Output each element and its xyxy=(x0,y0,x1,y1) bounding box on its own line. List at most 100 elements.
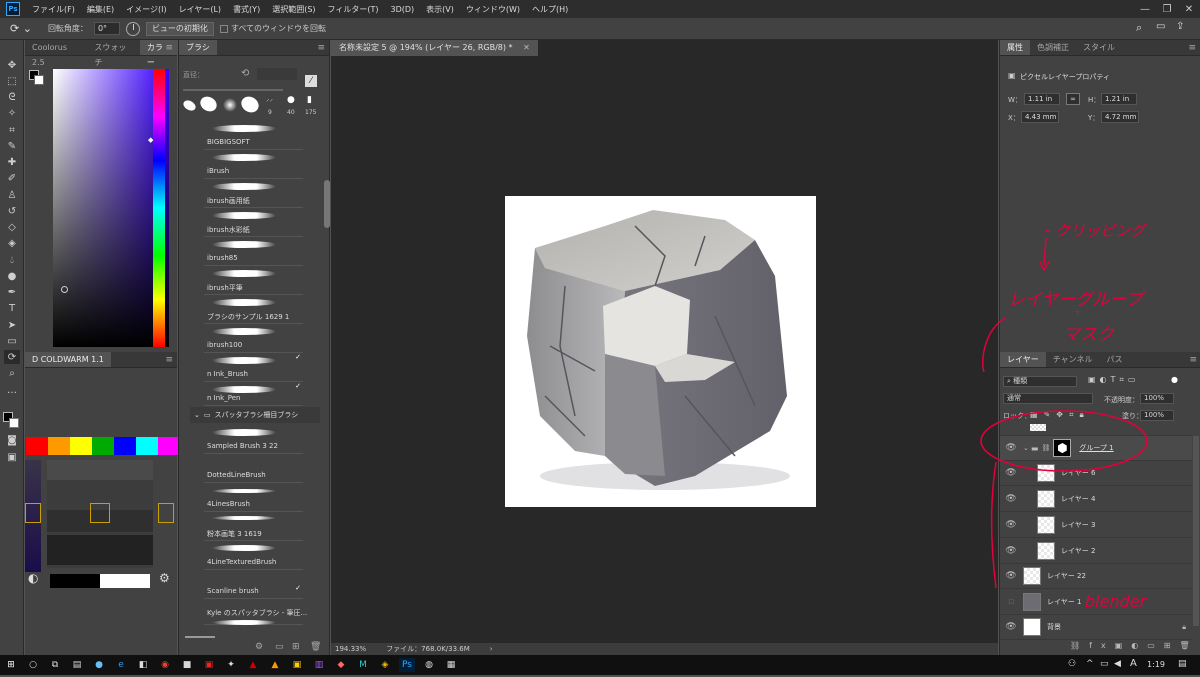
app-icon-8[interactable]: M xyxy=(355,658,371,672)
blur-tool-icon[interactable]: 💧︎ xyxy=(4,253,20,267)
eraser-tool-icon[interactable]: ◇ xyxy=(4,220,20,234)
brush-item[interactable]: n Ink_Pen ✓ xyxy=(204,382,303,406)
width-input[interactable]: 1.11 in xyxy=(1024,93,1060,105)
brush-item[interactable]: ibrush100 xyxy=(204,324,303,353)
layer-filter-icons[interactable]: ▣◐T⌗▭ xyxy=(1088,375,1140,385)
rotate-view-tool-icon[interactable]: ⟳ ⌄ xyxy=(10,22,32,35)
layer-row-partial[interactable] xyxy=(1000,424,1192,436)
lasso-tool-icon[interactable]: ᘓ xyxy=(4,90,20,104)
app-icon-6[interactable]: ▥ xyxy=(311,658,327,672)
swatch-yellow[interactable] xyxy=(70,437,92,455)
eye-icon[interactable]: 👁︎ xyxy=(1003,494,1019,504)
quick-mask-icon[interactable]: ◙ xyxy=(4,433,20,447)
eye-icon[interactable]: 👁︎ xyxy=(1003,546,1019,556)
reset-size-icon[interactable]: ⟲ xyxy=(241,68,249,79)
eye-icon[interactable]: 👁︎ xyxy=(1003,443,1019,453)
chrome-icon[interactable]: ◉ xyxy=(157,658,173,672)
menu-3d[interactable]: 3D(D) xyxy=(385,5,421,14)
rotation-angle-input[interactable]: 0° xyxy=(93,22,120,35)
ime-indicator[interactable]: A xyxy=(1130,658,1137,669)
layer-thumbnail[interactable] xyxy=(1023,618,1041,636)
coldwarm-menu-icon[interactable]: ≡ xyxy=(165,355,173,365)
brush-item[interactable]: 4LineTexturedBrush xyxy=(204,541,303,570)
menu-view[interactable]: 表示(V) xyxy=(420,4,460,15)
x-input[interactable]: 4.43 mm xyxy=(1021,111,1059,123)
delete-brush-icon[interactable]: 🗑︎ xyxy=(310,642,321,652)
brush-preset-round-icon[interactable] xyxy=(197,93,220,115)
brush-item[interactable]: DottedLineBrush xyxy=(204,454,303,483)
tab-swatches[interactable]: スウォッチ xyxy=(87,40,140,67)
layer-row-group[interactable]: 👁︎ ⌄ ▬ ⛓︎ ⬢ グループ 1 xyxy=(1000,436,1192,461)
tab-brush[interactable]: ブラシ xyxy=(179,40,217,55)
photoshop-logo[interactable]: Ps xyxy=(6,2,20,16)
create-brush-icon[interactable]: ⊞ xyxy=(292,642,300,652)
menu-file[interactable]: ファイル(F) xyxy=(26,4,81,15)
artboard-canvas[interactable] xyxy=(505,196,816,507)
brush-item[interactable]: Kyle のスパッタブラシ - 筆圧... xyxy=(204,599,307,625)
app-icon-10[interactable]: ◍ xyxy=(421,658,437,672)
clock[interactable]: 1:19 xyxy=(1147,660,1165,669)
tab-paths[interactable]: パス xyxy=(1100,352,1130,367)
y-input[interactable]: 4.72 mm xyxy=(1101,111,1139,123)
brush-preset-stroke-icon[interactable]: ⸝⸝ xyxy=(266,95,273,104)
color-picker-cursor[interactable] xyxy=(61,286,68,293)
close-document-icon[interactable]: ✕ xyxy=(523,43,530,52)
brush-settings-icon[interactable]: ⚙ xyxy=(255,642,263,652)
filter-toggle-icon[interactable]: ● xyxy=(1171,375,1178,384)
vlc-icon[interactable]: ▲ xyxy=(267,658,283,672)
layer-thumbnail[interactable] xyxy=(1037,516,1055,534)
search-circle-icon[interactable]: ○ xyxy=(25,658,41,672)
properties-menu-icon[interactable]: ≡ xyxy=(1188,43,1196,53)
eyedropper-tool-icon[interactable]: ✎ xyxy=(4,139,20,153)
app-icon-7[interactable]: ◆ xyxy=(333,658,349,672)
rotate-all-windows-option[interactable]: すべてのウィンドウを回転 xyxy=(219,23,326,34)
brush-item[interactable]: ブラシのサンプル 1629 1 xyxy=(204,295,303,324)
brush-preset-hard-icon[interactable] xyxy=(181,98,198,113)
people-icon[interactable]: ⚇ xyxy=(1068,659,1076,669)
app-icon-1[interactable]: ■ xyxy=(179,658,195,672)
tab-coldwarm[interactable]: D COLDWARM 1.1 xyxy=(25,352,111,367)
brush-item[interactable]: ibrush85 xyxy=(204,237,303,266)
notifications-icon[interactable]: ▤ xyxy=(1178,659,1187,669)
marquee-tool-icon[interactable]: ⬚ xyxy=(4,74,20,88)
new-brush-icon[interactable]: ⁄ xyxy=(305,75,317,87)
tray-arrow-icon[interactable]: ^ xyxy=(1086,659,1094,669)
menu-window[interactable]: ウィンドウ(W) xyxy=(460,4,526,15)
eye-icon[interactable]: 👁︎ xyxy=(1003,520,1019,530)
tab-styles[interactable]: スタイル xyxy=(1076,40,1122,55)
swatch-green[interactable] xyxy=(92,437,114,455)
eye-icon[interactable]: 👁︎ xyxy=(1003,622,1019,632)
share-icon[interactable]: ⇪ xyxy=(1176,21,1184,32)
tab-adjustments[interactable]: 色調補正 xyxy=(1030,40,1076,55)
history-brush-tool-icon[interactable]: ↺ xyxy=(4,204,20,218)
zoom-tool-icon[interactable]: ⌕ xyxy=(4,366,20,380)
chevron-down-icon[interactable]: ⌄ xyxy=(194,411,200,419)
layer-row[interactable]: 👁︎ レイヤー 4 xyxy=(1000,487,1192,512)
brush-size-input[interactable] xyxy=(257,68,297,80)
brush-preset-big-icon[interactable] xyxy=(238,93,262,116)
edge-icon[interactable]: e xyxy=(113,658,129,672)
group-mask-thumbnail[interactable]: ⬢ xyxy=(1053,439,1072,457)
menu-help[interactable]: ヘルプ(H) xyxy=(526,4,574,15)
rotation-dial-icon[interactable] xyxy=(125,21,140,36)
menu-filter[interactable]: フィルター(T) xyxy=(322,4,385,15)
menu-select[interactable]: 選択範囲(S) xyxy=(266,4,321,15)
swatch-blue[interactable] xyxy=(114,437,136,455)
move-tool-icon[interactable]: ✥ xyxy=(4,58,20,72)
eye-icon[interactable]: 👁︎ xyxy=(1003,571,1019,581)
mask-link-icon[interactable]: ⛓︎ xyxy=(1041,444,1050,452)
tab-properties[interactable]: 属性 xyxy=(1000,40,1030,55)
reset-view-button[interactable]: ビューの初期化 xyxy=(145,21,214,36)
layer-thumbnail[interactable] xyxy=(1037,464,1055,482)
layer-row[interactable]: 👁︎ 背景 🔒︎ xyxy=(1000,615,1192,640)
brush-item[interactable]: 4LinesBrush xyxy=(204,483,303,512)
saturation-brightness-field[interactable] xyxy=(53,69,169,347)
rotate-view-tool-icon[interactable]: ⟳ xyxy=(4,350,20,364)
rectangle-tool-icon[interactable]: ▭ xyxy=(4,334,20,348)
brush-preset-drop-icon[interactable]: ● xyxy=(287,95,295,105)
lock-options-icons[interactable]: ▦✎✥⌗🔒︎ xyxy=(1030,410,1090,420)
network-icon[interactable]: ▭ xyxy=(1100,659,1109,669)
brush-item[interactable]: ibrush画用紙 xyxy=(204,179,303,208)
volume-icon[interactable]: ◀︎ xyxy=(1114,659,1121,669)
status-arrow-icon[interactable]: › xyxy=(490,645,493,653)
